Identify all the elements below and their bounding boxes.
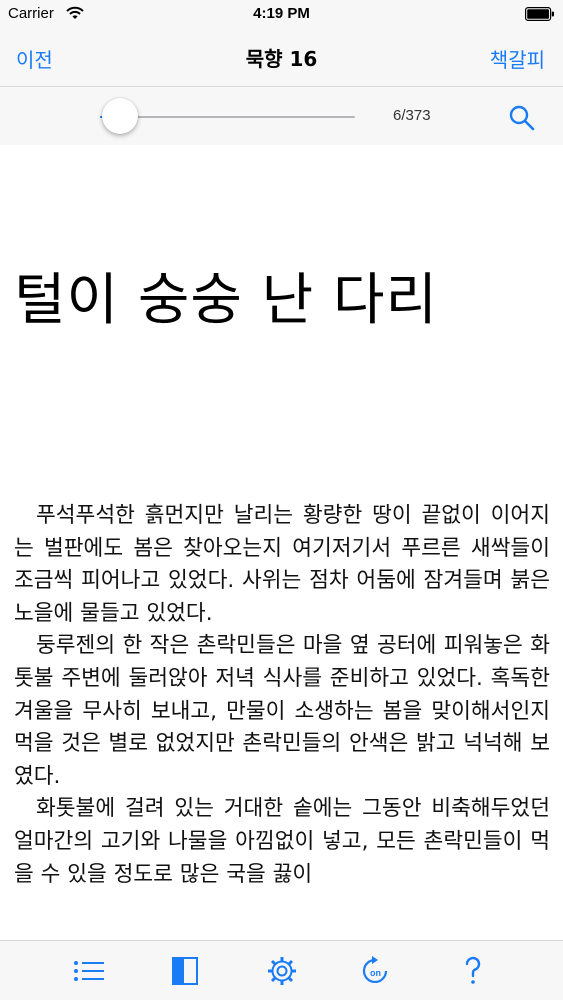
bookmark-button[interactable]: 책갈피 — [490, 44, 545, 73]
status-time: 4:19 PM — [253, 5, 310, 22]
navigation-bar: 이전 묵향 16 책갈피 — [0, 30, 563, 86]
paragraph: 둥루젠의 한 작은 촌락민들은 마을 옆 공터에 피워놓은 화톳불 주변에 둘러… — [14, 633, 550, 789]
page-indicator: 6/373 — [393, 107, 431, 124]
reader-screen: Carrier 4:19 PM 이전 묵향 16 책갈피 6/373 털이 숭숭… — [0, 0, 563, 1000]
page-slider-thumb[interactable] — [102, 98, 138, 134]
battery-icon — [525, 7, 554, 21]
status-bar: Carrier 4:19 PM — [0, 0, 563, 30]
paragraph: 화톳불에 걸려 있는 거대한 솥에는 그동안 비축해두었던 얼마간의 고기와 나… — [14, 796, 550, 887]
question-icon[interactable] — [456, 955, 490, 987]
reading-content[interactable]: 털이 숭숭 난 다리 푸석푸석한 흙먼지만 날리는 황량한 땅이 끝없이 이어지… — [0, 145, 563, 940]
page-slider-bar: 6/373 — [0, 87, 563, 145]
svg-text:on: on — [370, 968, 381, 978]
rotate-on-icon[interactable]: on — [359, 955, 393, 987]
chapter-body: 푸석푸석한 흙먼지만 날리는 황량한 땅이 끝없이 이어지는 벌판에도 봄은 찾… — [14, 500, 550, 891]
paragraph: 푸석푸석한 흙먼지만 날리는 황량한 땅이 끝없이 이어지는 벌판에도 봄은 찾… — [14, 503, 550, 626]
list-icon[interactable] — [72, 955, 106, 987]
search-icon[interactable] — [508, 104, 536, 132]
sidebar-icon[interactable] — [168, 955, 202, 987]
gear-icon[interactable] — [265, 955, 299, 987]
book-title: 묵향 16 — [245, 47, 318, 71]
page-slider-track[interactable] — [100, 116, 355, 118]
chapter-title: 털이 숭숭 난 다리 — [14, 268, 439, 333]
bottom-toolbar: on — [0, 940, 563, 1000]
